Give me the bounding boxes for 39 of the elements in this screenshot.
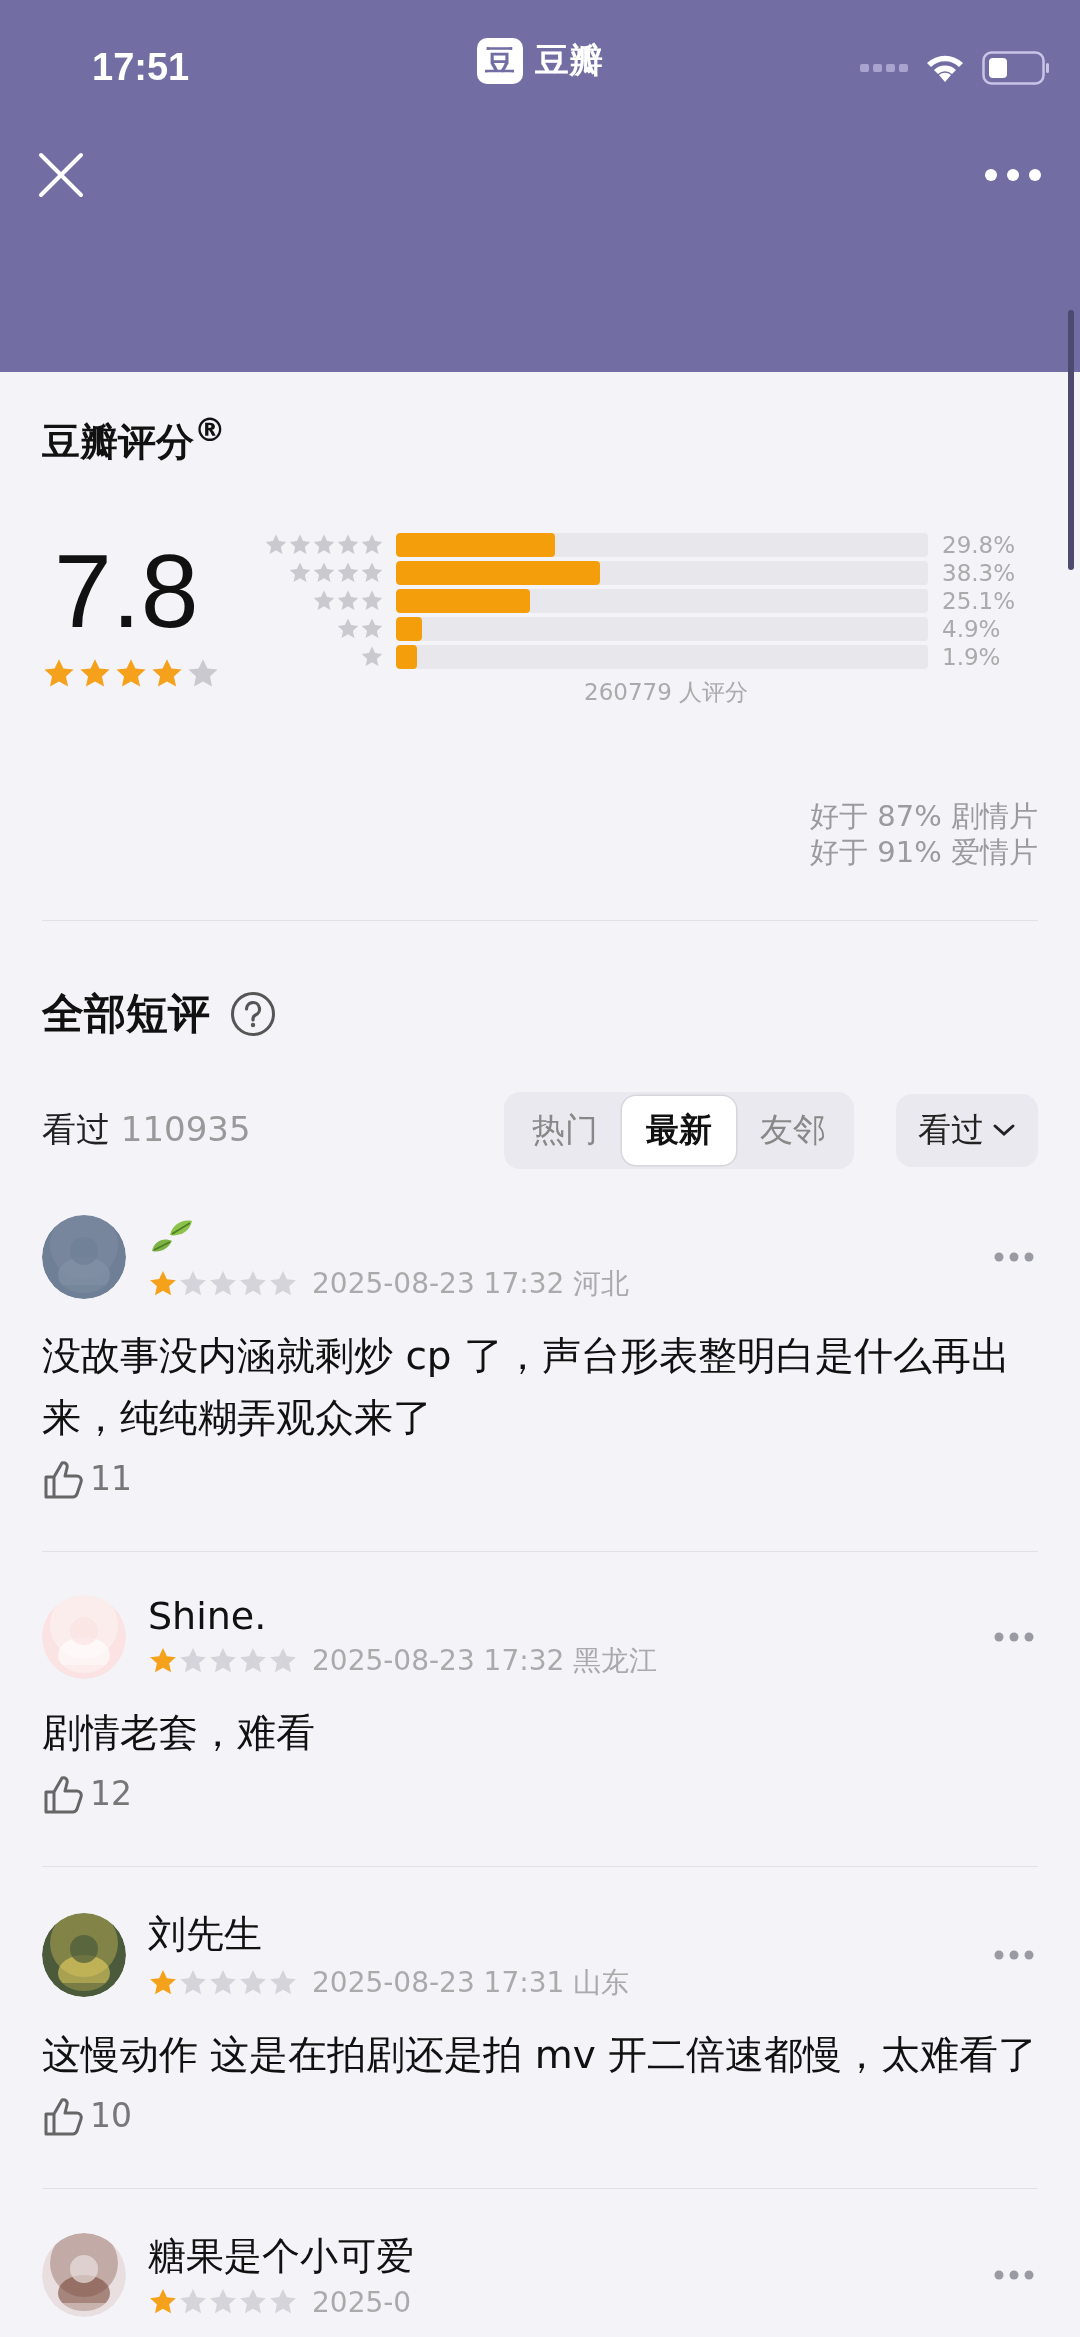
comment-text: 这慢动作 这是在拍剧还是拍 mv 开二倍速都慢，太难看了: [42, 2030, 1038, 2079]
like-button[interactable]: 12: [42, 1771, 132, 1816]
comment-meta: 2025-0: [312, 2285, 412, 2319]
app-name: 豆瓣: [535, 39, 603, 82]
user-name[interactable]: 刘先生: [148, 1908, 630, 1960]
more-icon[interactable]: [994, 2269, 1034, 2280]
user-name[interactable]: Shine.: [148, 1593, 658, 1638]
rating-percent: 29.8%: [942, 532, 1016, 559]
battery-icon: [982, 50, 1050, 85]
rating-title: 豆瓣评分$^{®}$: [42, 411, 227, 466]
signal-icon: [860, 62, 908, 73]
like-button[interactable]: 11: [42, 1456, 132, 1501]
more-icon[interactable]: [994, 1950, 1034, 1961]
app-logo: 豆: [477, 38, 523, 84]
chevron-down-icon: [992, 1123, 1016, 1138]
more-icon: [984, 168, 1042, 182]
rating-percent: 38.3%: [942, 560, 1016, 587]
genre-comparison: 好于 91% 爱情片: [810, 833, 1038, 870]
comment-text: 剧情老套，难看: [42, 1708, 316, 1757]
rating-percent: 25.1%: [942, 588, 1016, 615]
comment-meta: 2025-08-23 17:31 山东: [312, 1964, 630, 2001]
reviews-title: 全部短评: [42, 987, 210, 1040]
rating-percent: 1.9%: [942, 644, 1001, 671]
rating-percent: 4.9%: [942, 616, 1001, 643]
sort-tab[interactable]: 最新: [622, 1095, 736, 1165]
comment-meta: 2025-08-23 17:32 河北: [312, 1265, 630, 1302]
rating-count: 260779 人评分: [584, 677, 749, 707]
rating-score: 7.8: [54, 538, 199, 643]
like-button[interactable]: 10: [42, 2093, 132, 2138]
status-time: 17:51: [92, 46, 190, 89]
more-icon[interactable]: [994, 1251, 1034, 1262]
comment-text: 没故事没内涵就剩炒 cp 了，声台形表整明白是什么再出来，纯纯糊弄观众来了: [42, 1331, 1011, 1442]
genre-comparison: 好于 87% 剧情片: [810, 797, 1038, 834]
watched-count: 看过 110935: [42, 1108, 252, 1152]
comment-meta: 2025-08-23 17:32 黑龙江: [312, 1642, 658, 1679]
filter-dropdown[interactable]: 看过: [896, 1093, 1038, 1167]
help-icon[interactable]: [230, 990, 276, 1037]
more-icon[interactable]: [994, 1631, 1034, 1642]
user-name[interactable]: 糖果是个小可爱: [148, 2230, 414, 2282]
